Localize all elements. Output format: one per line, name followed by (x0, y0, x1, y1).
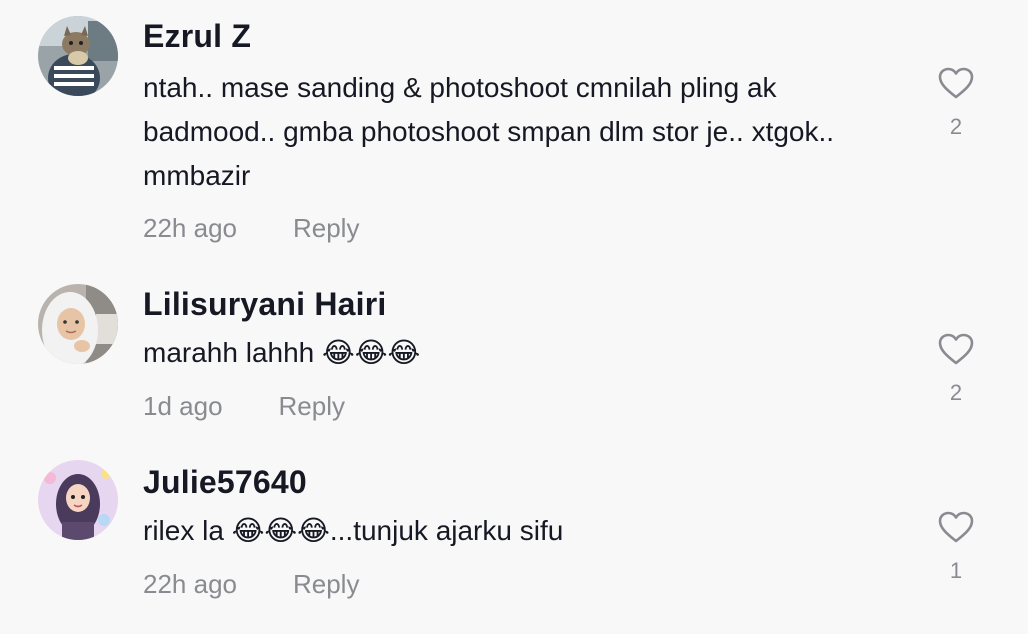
reply-button[interactable]: Reply (293, 569, 359, 599)
cartoon-hijab-avatar-icon (38, 460, 118, 540)
comment-text: marahh lahhh 😂😂😂 (143, 331, 903, 375)
comment-item: Ezrul Z ntah.. mase sanding & photoshoot… (0, 0, 1028, 270)
reply-button[interactable]: Reply (279, 391, 345, 421)
comment-username[interactable]: Julie57640 (143, 464, 307, 501)
laughing-emoji-icon: 😂😂😂 (322, 337, 421, 368)
comment-meta: 22h ago Reply (143, 569, 359, 600)
comment-text: ntah.. mase sanding & photoshoot cmnilah… (143, 72, 835, 191)
like-count: 2 (949, 114, 963, 139)
comment-timestamp: 22h ago (143, 213, 237, 243)
comment-item: Julie57640 rilex la 😂😂😂...tunjuk ajarku … (0, 450, 1028, 634)
like-control: 2 (930, 66, 982, 140)
reply-button[interactable]: Reply (293, 213, 359, 243)
user-avatar[interactable] (38, 16, 118, 96)
comment-meta: 1d ago Reply (143, 391, 345, 422)
like-control: 1 (930, 510, 982, 584)
hijab-woman-avatar-photo-icon (38, 284, 118, 364)
comment-text-body: rilex la (143, 515, 224, 546)
comment-timestamp: 1d ago (143, 391, 223, 421)
like-count: 1 (949, 558, 963, 583)
like-button[interactable] (930, 332, 982, 366)
user-avatar[interactable] (38, 460, 118, 540)
comment-text: rilex la 😂😂😂...tunjuk ajarku sifu (143, 509, 903, 553)
heart-outline-icon (938, 67, 974, 99)
comment-text-body: marahh lahhh (143, 337, 315, 368)
like-control: 2 (930, 332, 982, 406)
user-avatar[interactable] (38, 284, 118, 364)
comment-username[interactable]: Ezrul Z (143, 18, 251, 55)
laughing-emoji-icon: 😂😂😂 (231, 515, 330, 546)
comment-username[interactable]: Lilisuryani Hairi (143, 286, 386, 323)
like-button[interactable] (930, 66, 982, 100)
comment-timestamp: 22h ago (143, 569, 237, 599)
cat-avatar-photo-icon (38, 16, 118, 96)
like-count: 2 (949, 380, 963, 405)
comment-text-body: ...tunjuk ajarku sifu (329, 515, 564, 546)
comment-item: Lilisuryani Hairi marahh lahhh 😂😂😂 1d ag… (0, 270, 1028, 450)
heart-outline-icon (938, 333, 974, 365)
comment-meta: 22h ago Reply (143, 213, 359, 244)
heart-outline-icon (938, 511, 974, 543)
like-button[interactable] (930, 510, 982, 544)
